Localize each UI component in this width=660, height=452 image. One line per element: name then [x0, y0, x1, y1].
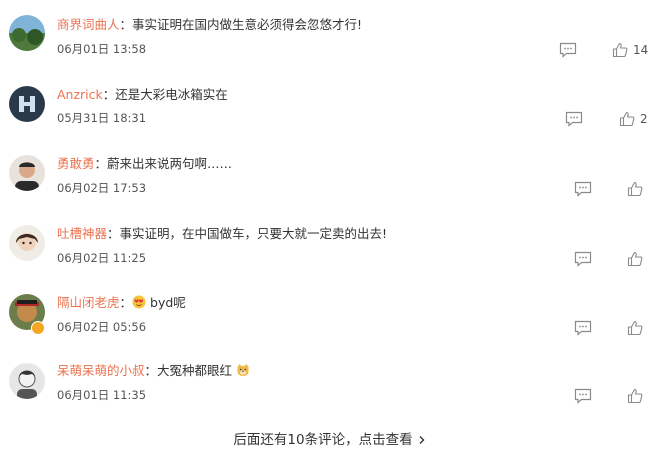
colon: ：	[144, 363, 158, 378]
username-link[interactable]: 隔山闭老虎	[57, 295, 120, 310]
reply-icon[interactable]	[559, 42, 577, 58]
comment-text: 蔚来出来说两句啊……	[107, 156, 233, 171]
username-link[interactable]: 商界词曲人	[57, 17, 120, 32]
like-button[interactable]	[627, 319, 643, 337]
like-button[interactable]: 2	[619, 110, 648, 128]
reply-icon[interactable]	[565, 111, 583, 127]
thumbs-up-icon	[612, 42, 628, 58]
colon: ：	[102, 87, 116, 102]
comment-text: byd呢	[150, 295, 186, 310]
comment-item: 隔山闭老虎： byd呢 06月02日 05:56	[0, 288, 660, 358]
comment-text: 还是大彩电冰箱实在	[115, 87, 228, 102]
avatar[interactable]	[9, 86, 45, 122]
thumbs-up-icon	[627, 251, 643, 267]
comment-item: Anzrick：还是大彩电冰箱实在 05月31日 18:31 2	[0, 78, 660, 148]
colon: ：	[119, 17, 133, 32]
like-count: 2	[640, 112, 648, 126]
reply-icon[interactable]	[574, 181, 592, 197]
comment-item: 勇敢勇：蔚来出来说两句啊…… 06月02日 17:53	[0, 148, 660, 218]
thumbs-up-icon	[627, 388, 643, 404]
colon: ：	[107, 226, 120, 241]
avatar[interactable]	[9, 225, 45, 261]
chevron-right-icon	[417, 433, 427, 444]
thumbs-up-icon	[619, 111, 635, 127]
colon: ：	[119, 295, 133, 310]
username-link[interactable]: Anzrick	[57, 87, 103, 102]
like-button[interactable]	[627, 387, 643, 405]
username-link[interactable]: 吐槽神器	[57, 226, 107, 241]
comment-text: 事实证明在国内做生意必须得会忽悠才行!	[132, 17, 363, 32]
avatar[interactable]	[9, 15, 45, 51]
heart-eyes-emoji-icon	[132, 295, 146, 309]
comment-time: 06月01日 13:58	[57, 42, 147, 56]
doge-emoji-icon	[236, 363, 250, 377]
thumbs-up-icon	[627, 181, 643, 197]
load-more-link[interactable]: 后面还有10条评论，点击查看	[0, 428, 660, 448]
comment-time: 06月02日 11:25	[57, 251, 147, 265]
username-link[interactable]: 勇敢勇	[57, 156, 95, 171]
thumbs-up-icon	[627, 320, 643, 336]
verified-badge-icon	[31, 321, 45, 335]
load-more-label: 后面还有10条评论，点击查看	[233, 432, 413, 448]
comment-text: 事实证明，在中国做车，只要大就一定卖的出去!	[119, 226, 388, 241]
comment-time: 05月31日 18:31	[57, 111, 147, 125]
like-button[interactable]: 14	[612, 41, 648, 59]
like-button[interactable]	[627, 250, 643, 268]
username-link[interactable]: 呆萌呆萌的小叔	[57, 363, 145, 378]
comment-time: 06月02日 17:53	[57, 181, 147, 195]
comment-text: 大冤种都眼红	[157, 363, 233, 378]
comment-item: 商界词曲人：事实证明在国内做生意必须得会忽悠才行! 06月01日 13:58 1…	[0, 8, 660, 78]
reply-icon[interactable]	[574, 320, 592, 336]
comment-item: 吐槽神器：事实证明，在中国做车，只要大就一定卖的出去! 06月02日 11:25	[0, 218, 660, 288]
comment-time: 06月02日 05:56	[57, 320, 147, 334]
comment-time: 06月01日 11:35	[57, 388, 147, 402]
like-button[interactable]	[627, 180, 643, 198]
like-count: 14	[633, 43, 649, 57]
avatar[interactable]	[9, 363, 45, 399]
avatar[interactable]	[9, 155, 45, 191]
comment-item: 呆萌呆萌的小叔：大冤种都眼红 06月01日 11:35	[0, 356, 660, 426]
colon: ：	[94, 156, 108, 171]
reply-icon[interactable]	[574, 388, 592, 404]
reply-icon[interactable]	[574, 251, 592, 267]
